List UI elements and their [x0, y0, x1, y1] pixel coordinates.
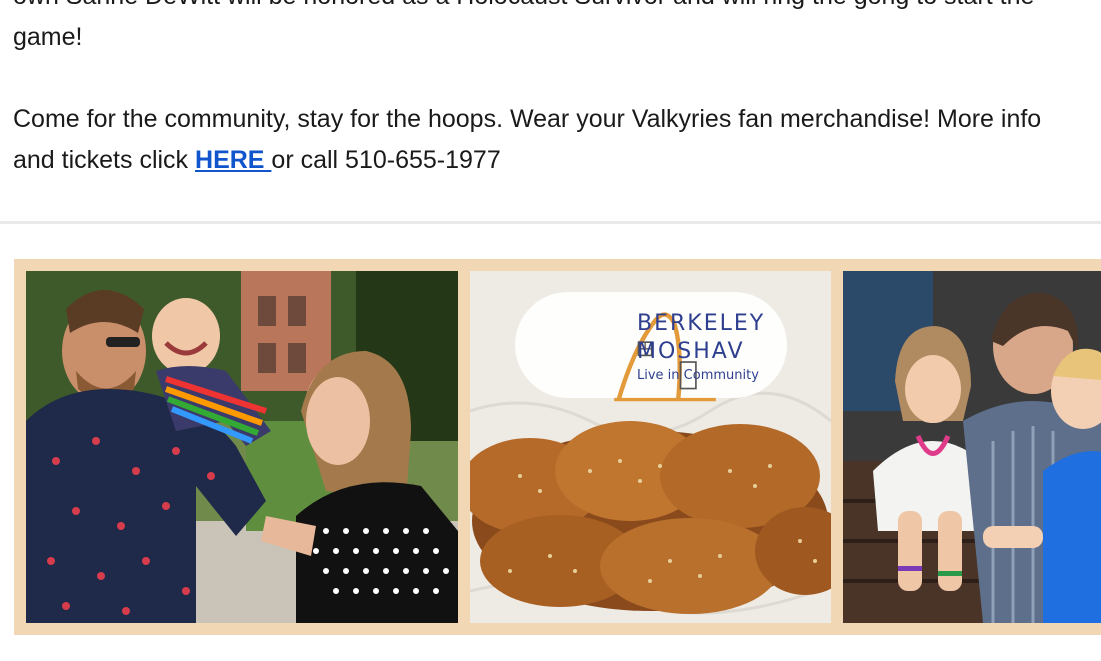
- children-photo: [843, 271, 1101, 623]
- email-body-text: own Sanne DeWitt will be honored as a Ho…: [13, 0, 1101, 181]
- logo-tagline: Live in Community: [637, 368, 759, 383]
- berkeley-moshav-logo: BERKELEY MOSHAV Live in Community: [515, 292, 787, 402]
- tickets-link[interactable]: HERE: [195, 146, 271, 174]
- logo-title-line2: MOSHAV: [637, 339, 745, 364]
- logo-title-line1: BERKELEY: [637, 311, 766, 336]
- event-paragraph: own Sanne DeWitt will be honored as a Ho…: [13, 0, 1101, 58]
- tickets-paragraph: Come for the community, stay for the hoo…: [13, 99, 1101, 181]
- paragraph-line: game!: [13, 23, 83, 51]
- moshav-banner-image[interactable]: BERKELEY MOSHAV Live in Community: [14, 259, 1101, 635]
- family-photo: [26, 271, 458, 623]
- paragraph-line: own Sanne DeWitt will be honored as a Ho…: [13, 0, 1034, 10]
- section-divider: [0, 221, 1101, 224]
- paragraph-text: or call 510-655-1977: [271, 146, 501, 174]
- challah-photo: BERKELEY MOSHAV Live in Community: [470, 271, 831, 623]
- paragraph-line: Come for the community, stay for the hoo…: [13, 105, 1042, 133]
- paragraph-text: and tickets click: [13, 146, 196, 174]
